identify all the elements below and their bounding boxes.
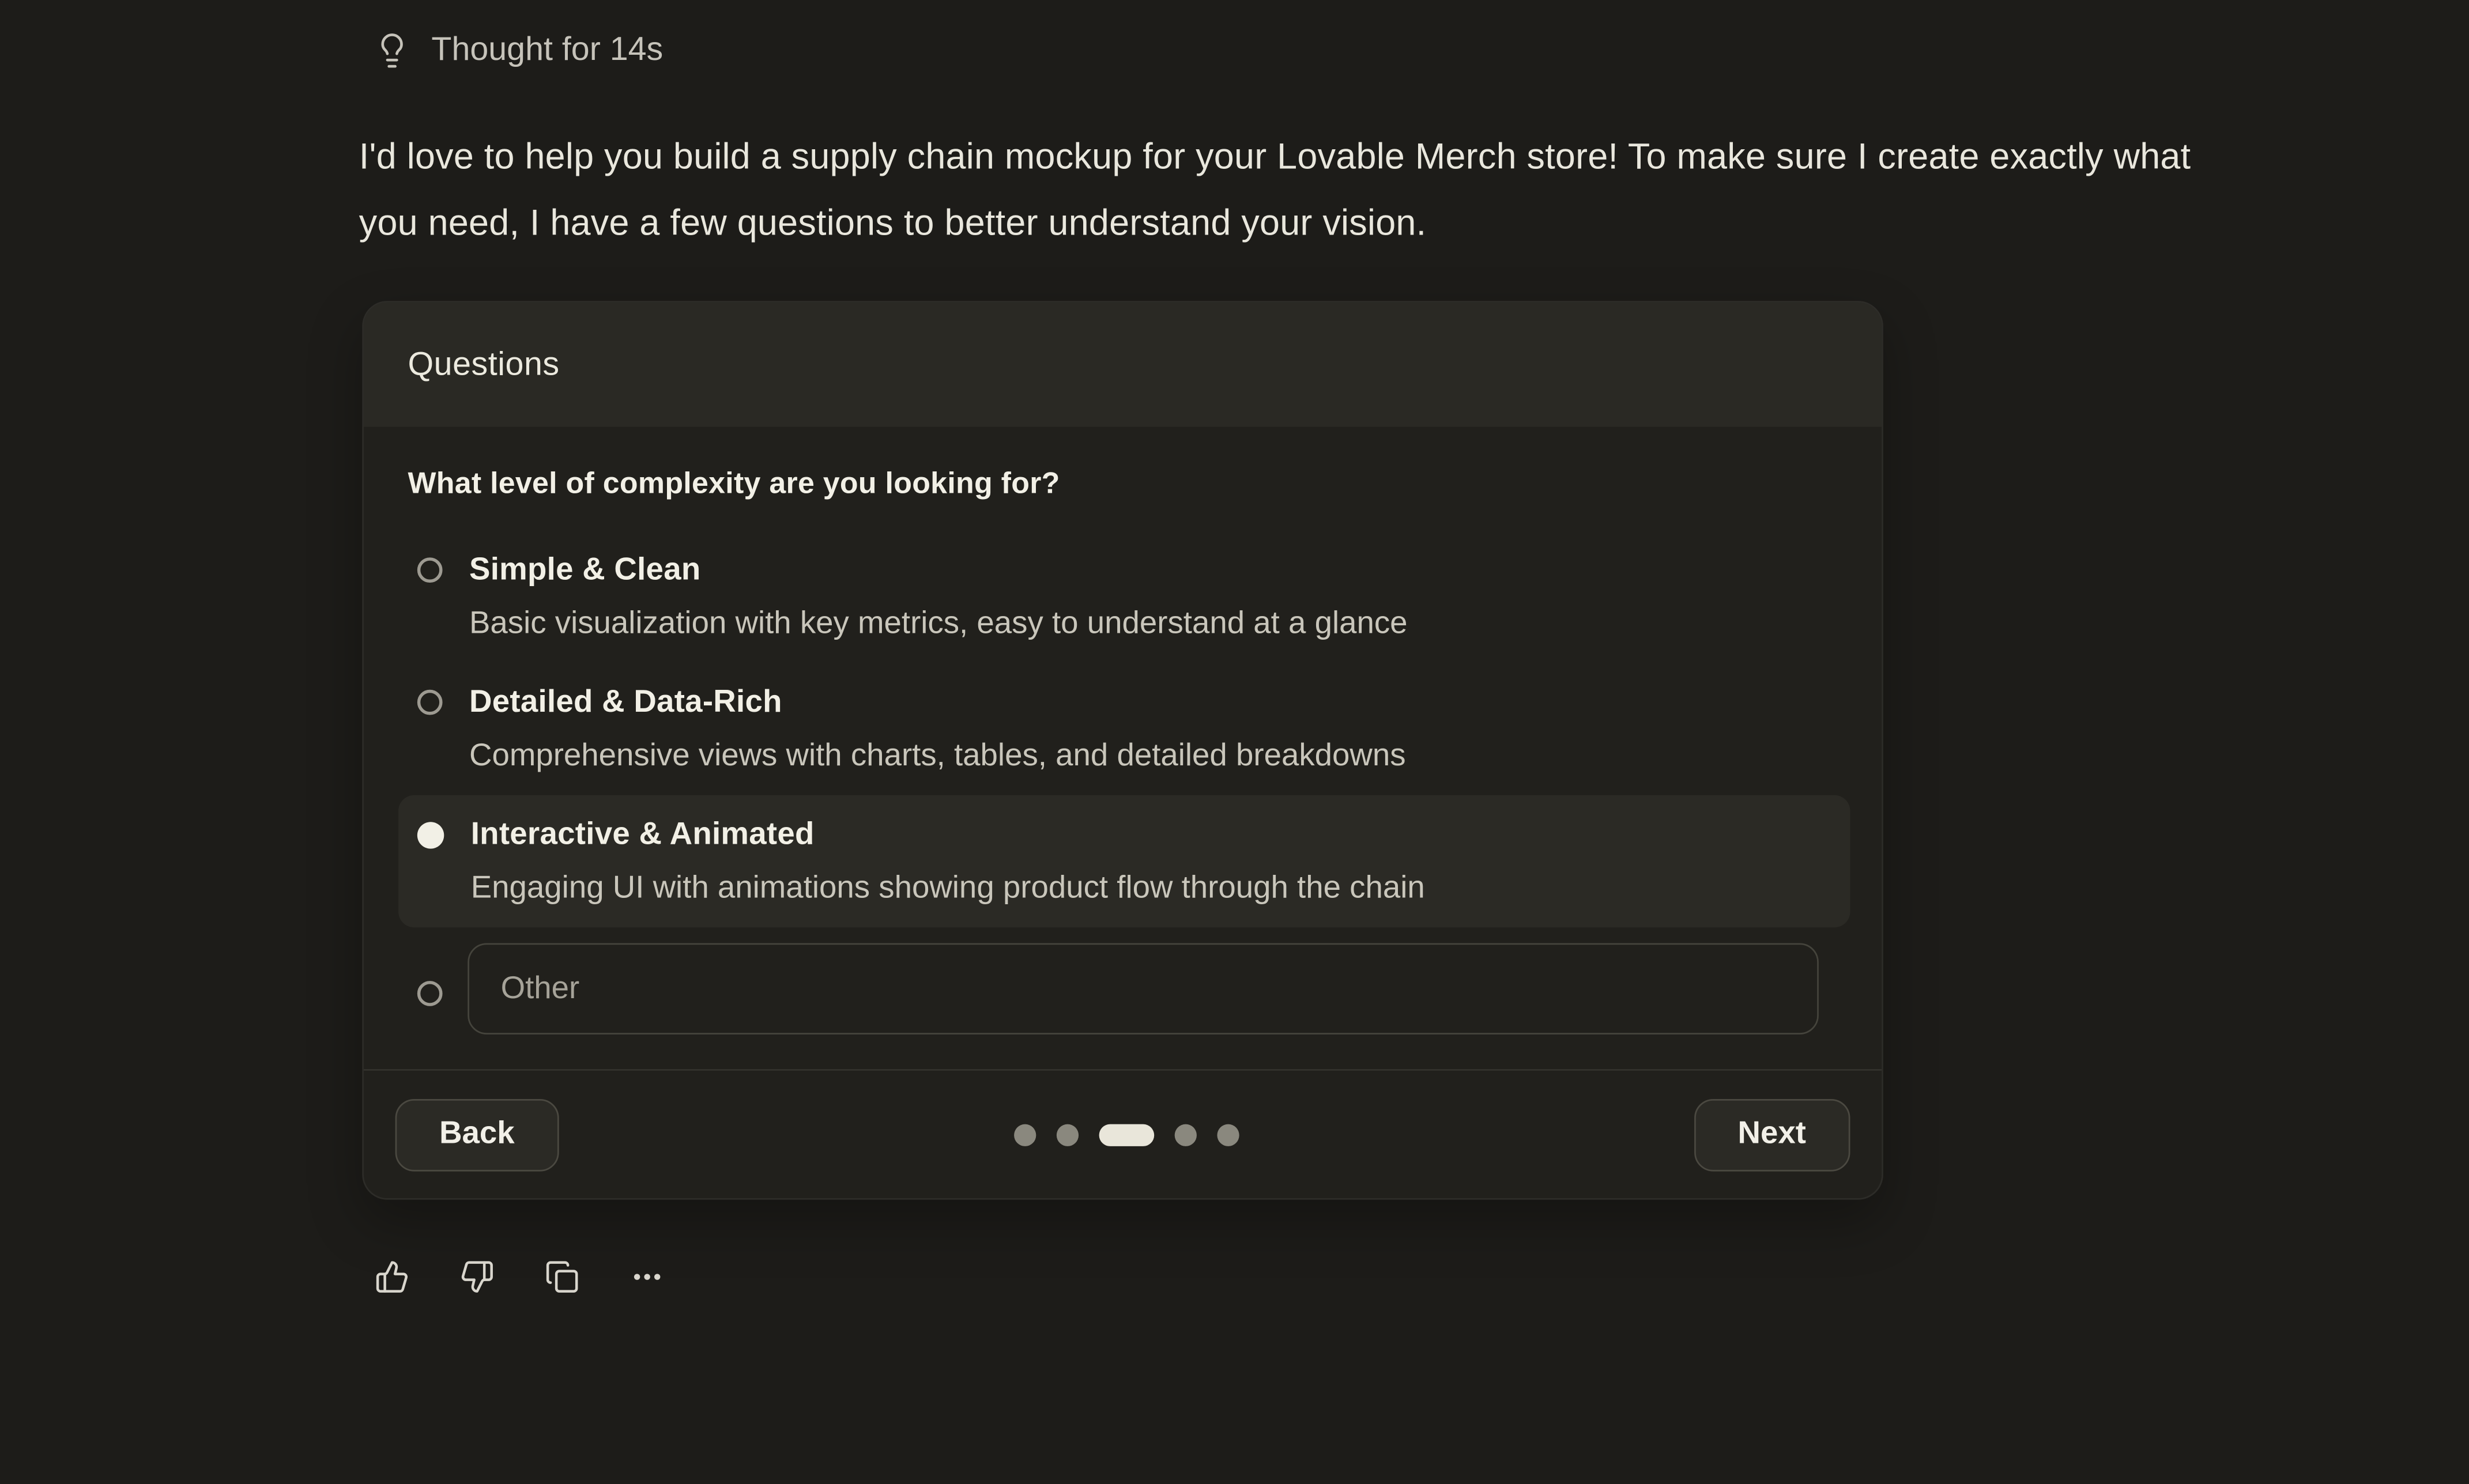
other-input[interactable] xyxy=(468,943,1819,1034)
copy-icon[interactable] xyxy=(545,1260,579,1294)
thought-label: Thought for 14s xyxy=(431,32,663,70)
ellipsis-icon[interactable] xyxy=(630,1260,665,1294)
assistant-message: I'd love to help you build a supply chai… xyxy=(359,123,2198,255)
option-description: Basic visualization with key metrics, ea… xyxy=(469,603,1819,644)
back-button[interactable]: Back xyxy=(395,1098,559,1171)
chat-page: Thought for 14s I'd love to help you bui… xyxy=(0,32,2469,1484)
card-footer: Back Next xyxy=(364,1069,1882,1198)
option-title: Detailed & Data-Rich xyxy=(469,682,1819,723)
option-interactive-animated[interactable]: Interactive & Animated Engaging UI with … xyxy=(398,795,1850,927)
card-header: Questions xyxy=(364,303,1882,427)
option-simple-clean[interactable]: Simple & Clean Basic visualization with … xyxy=(398,531,1850,663)
message-actions xyxy=(375,1260,2469,1294)
radio-selected-icon[interactable] xyxy=(417,822,444,848)
option-title: Interactive & Animated xyxy=(471,814,1819,855)
radio-unselected-icon[interactable] xyxy=(417,980,443,1006)
message-column: Thought for 14s I'd love to help you bui… xyxy=(0,32,2469,1294)
option-title: Simple & Clean xyxy=(469,550,1819,591)
pagination-dot xyxy=(1013,1123,1035,1145)
card-body: What level of complexity are you looking… xyxy=(364,427,1882,1069)
pagination-dot xyxy=(1217,1123,1239,1145)
pagination-dot-active xyxy=(1099,1123,1154,1145)
pagination-dot xyxy=(1056,1123,1078,1145)
question-text: What level of complexity are you looking… xyxy=(408,468,1837,503)
radio-unselected-icon[interactable] xyxy=(417,690,443,715)
thumbs-up-icon[interactable] xyxy=(375,1260,409,1294)
option-other[interactable] xyxy=(398,927,1850,1050)
lightbulb-icon xyxy=(373,32,411,70)
pagination-dot xyxy=(1174,1123,1196,1145)
option-description: Engaging UI with animations showing prod… xyxy=(471,867,1819,908)
options-list: Simple & Clean Basic visualization with … xyxy=(398,531,1850,1050)
option-detailed-data-rich[interactable]: Detailed & Data-Rich Comprehensive views… xyxy=(398,663,1850,795)
radio-unselected-icon[interactable] xyxy=(417,557,443,583)
option-description: Comprehensive views with charts, tables,… xyxy=(469,735,1819,776)
thought-toggle[interactable]: Thought for 14s xyxy=(373,32,663,70)
card-title: Questions xyxy=(408,346,559,384)
next-button[interactable]: Next xyxy=(1694,1098,1850,1171)
pagination-dots xyxy=(1013,1123,1239,1145)
thumbs-down-icon[interactable] xyxy=(460,1260,495,1294)
questions-card: Questions What level of complexity are y… xyxy=(362,301,1883,1200)
